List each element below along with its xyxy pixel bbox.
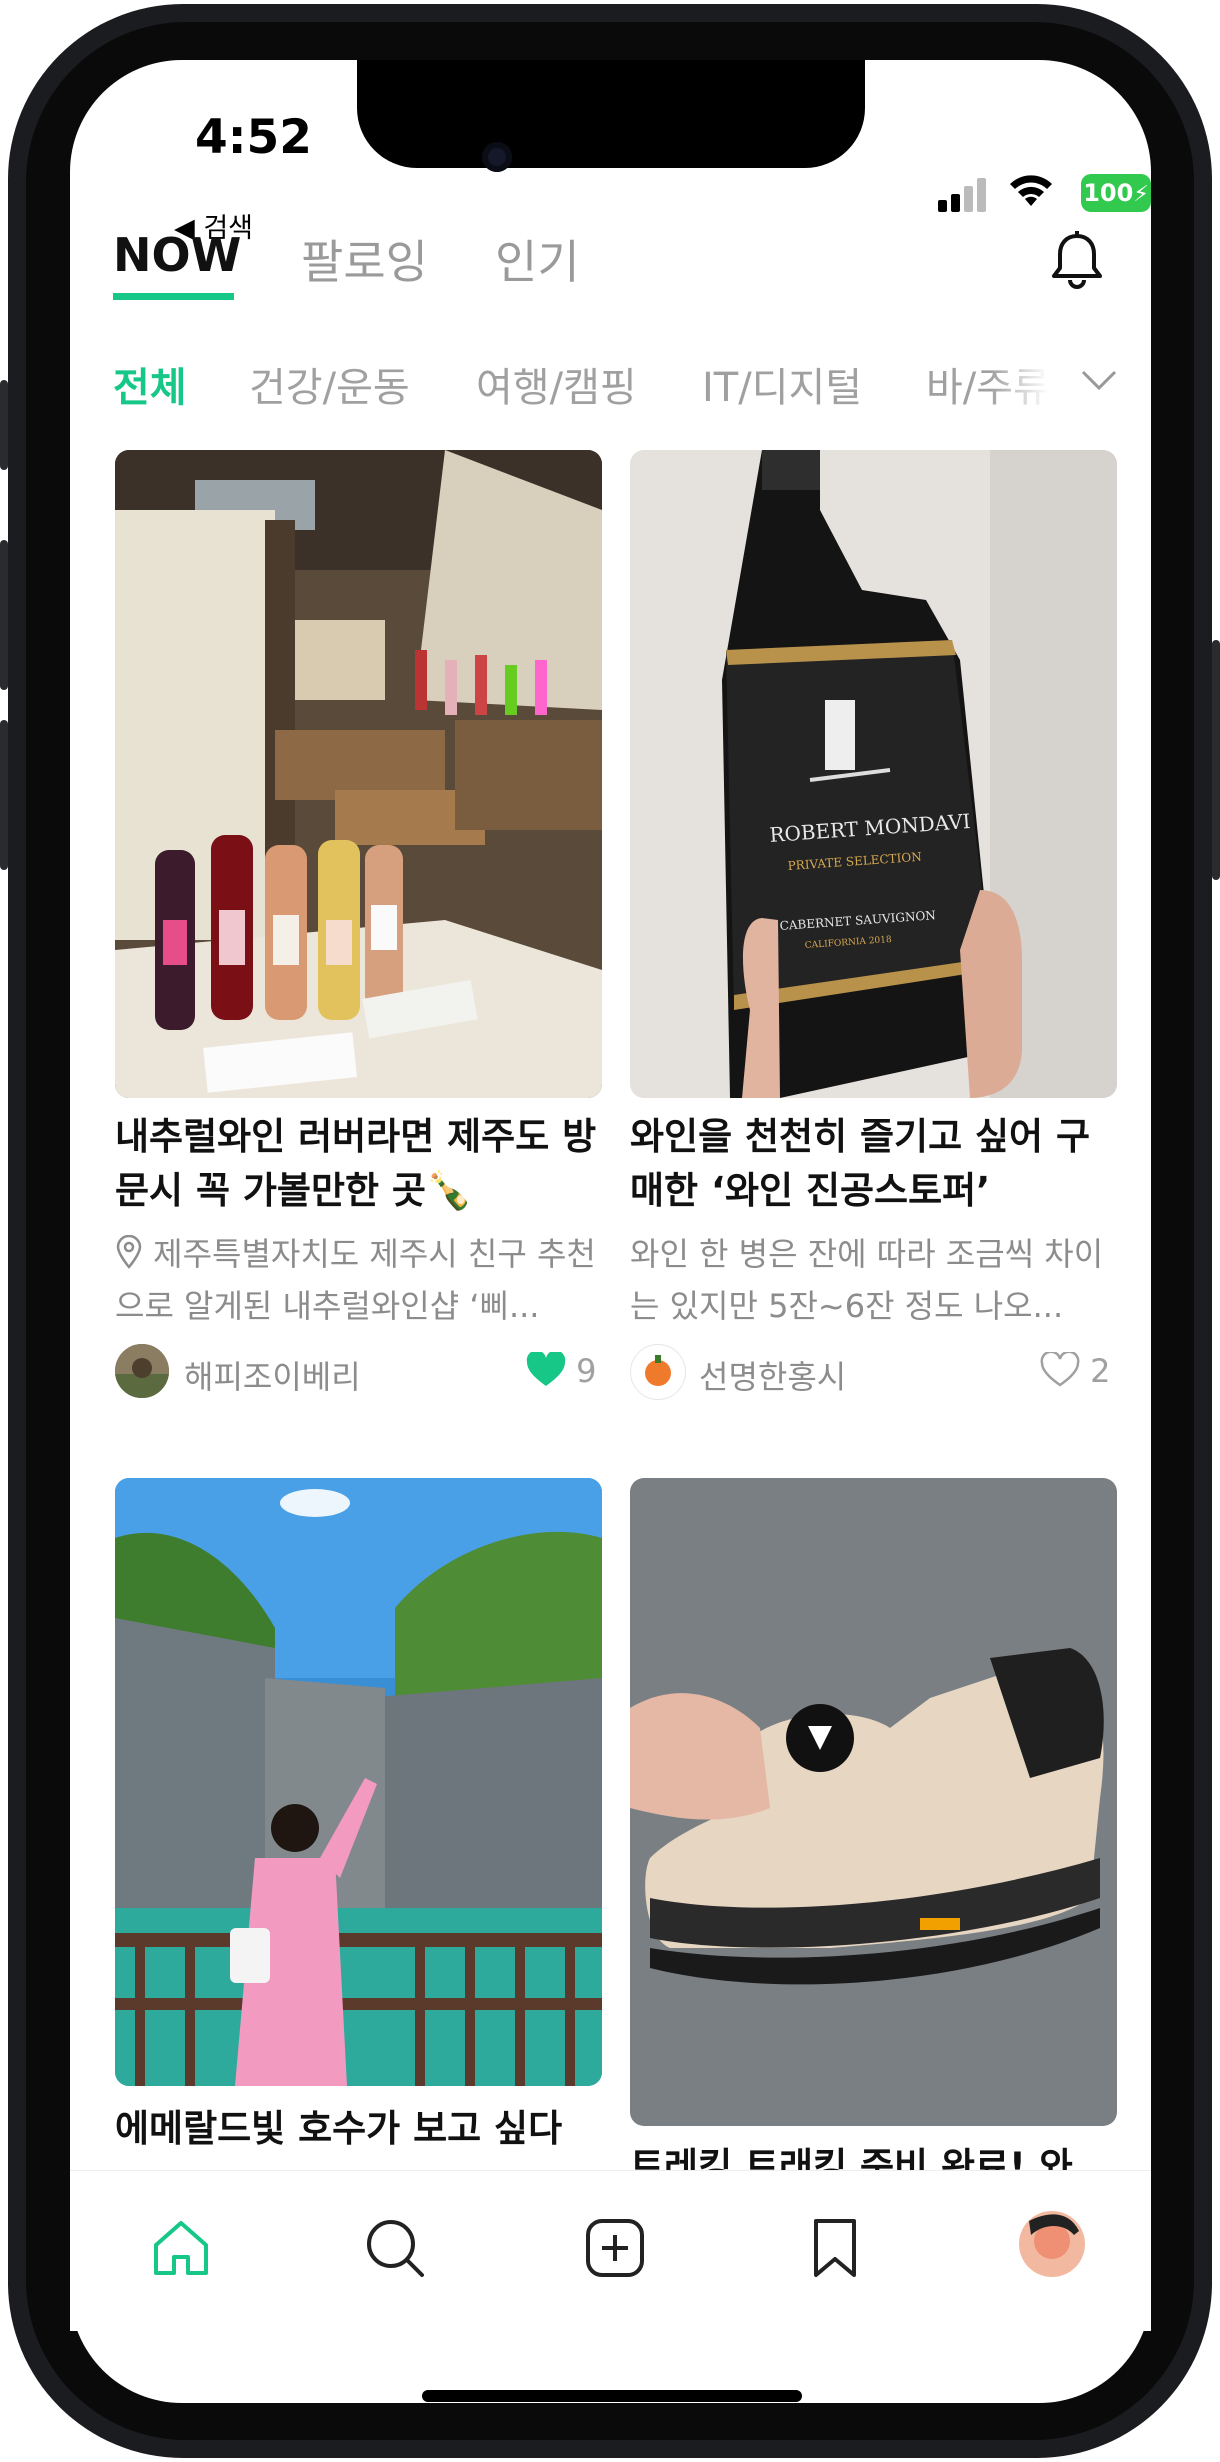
post-image-wine-bottle[interactable]: ROBERT MONDAVI PRIVATE SELECTION CABERNE… <box>630 450 1117 1098</box>
post-image-shoe[interactable] <box>630 1478 1117 2126</box>
post-image-lake[interactable] <box>115 1478 602 2086</box>
home-indicator <box>422 2390 802 2402</box>
volume-up-button <box>0 540 8 690</box>
chevron-down-icon[interactable] <box>1080 368 1118 392</box>
home-icon[interactable] <box>150 2217 212 2279</box>
location-pin-icon <box>116 1234 142 1269</box>
like-button[interactable]: 2 <box>1040 1350 1111 1390</box>
post-author[interactable]: 선명한홍시 <box>699 1352 846 1398</box>
post-description[interactable]: 제주특별자치도 제주시 친구 추천으로 알게된 내추럴와인샵 ‘삐... <box>115 1228 605 1332</box>
power-button <box>1212 640 1220 880</box>
category-it[interactable]: IT/디지털 <box>702 355 862 413</box>
like-count: 9 <box>576 1352 597 1390</box>
profile-avatar[interactable] <box>1019 2211 1085 2277</box>
category-health[interactable]: 건강/운동 <box>249 355 410 413</box>
category-travel[interactable]: 여행/캠핑 <box>476 355 637 413</box>
tab-popular[interactable]: 인기 <box>495 226 580 292</box>
front-camera <box>482 142 512 172</box>
like-button[interactable]: 9 <box>526 1350 597 1390</box>
screen: 4:52 ◀ 검색 100⚡ NOW 팔로잉 인기 전체 건강/운동 여행/캠핑… <box>70 60 1151 2403</box>
like-count: 2 <box>1090 1352 1111 1390</box>
signal-icon <box>938 178 990 212</box>
bell-icon[interactable] <box>1050 230 1104 290</box>
notch <box>357 60 865 168</box>
post-title[interactable]: 에메랄드빛 호수가 보고 싶다 <box>115 2102 602 2156</box>
tab-following[interactable]: 팔로잉 <box>301 226 428 292</box>
battery-icon: 100⚡ <box>1081 174 1151 212</box>
category-all[interactable]: 전체 <box>113 355 187 413</box>
volume-down-button <box>0 720 8 870</box>
active-tab-indicator <box>113 293 234 300</box>
post-description[interactable]: 와인 한 병은 잔에 따라 조금씩 차이는 있지만 5잔~6잔 정도 나오... <box>630 1228 1120 1332</box>
tab-now[interactable]: NOW <box>113 228 241 282</box>
heart-outline-icon <box>1040 1350 1080 1387</box>
wifi-icon <box>1010 175 1052 206</box>
avatar[interactable] <box>115 1344 169 1398</box>
add-post-icon[interactable] <box>584 2217 646 2279</box>
post-image-wine-shop[interactable] <box>115 450 602 1098</box>
post-title[interactable]: 내추럴와인 러버라면 제주도 방문시 꼭 가볼만한 곳🍾 <box>115 1110 605 1218</box>
bottom-nav <box>70 2170 1151 2331</box>
search-icon[interactable] <box>364 2217 426 2279</box>
status-time: 4:52 <box>195 110 312 165</box>
post-title[interactable]: 와인을 천천히 즐기고 싶어 구매한 ‘와인 진공스토퍼’ <box>630 1110 1120 1218</box>
post-author[interactable]: 해피조이베리 <box>184 1352 361 1398</box>
heart-filled-icon <box>526 1350 566 1386</box>
bookmark-icon[interactable] <box>804 2217 866 2279</box>
silent-switch <box>0 380 8 470</box>
avatar[interactable] <box>630 1344 686 1400</box>
